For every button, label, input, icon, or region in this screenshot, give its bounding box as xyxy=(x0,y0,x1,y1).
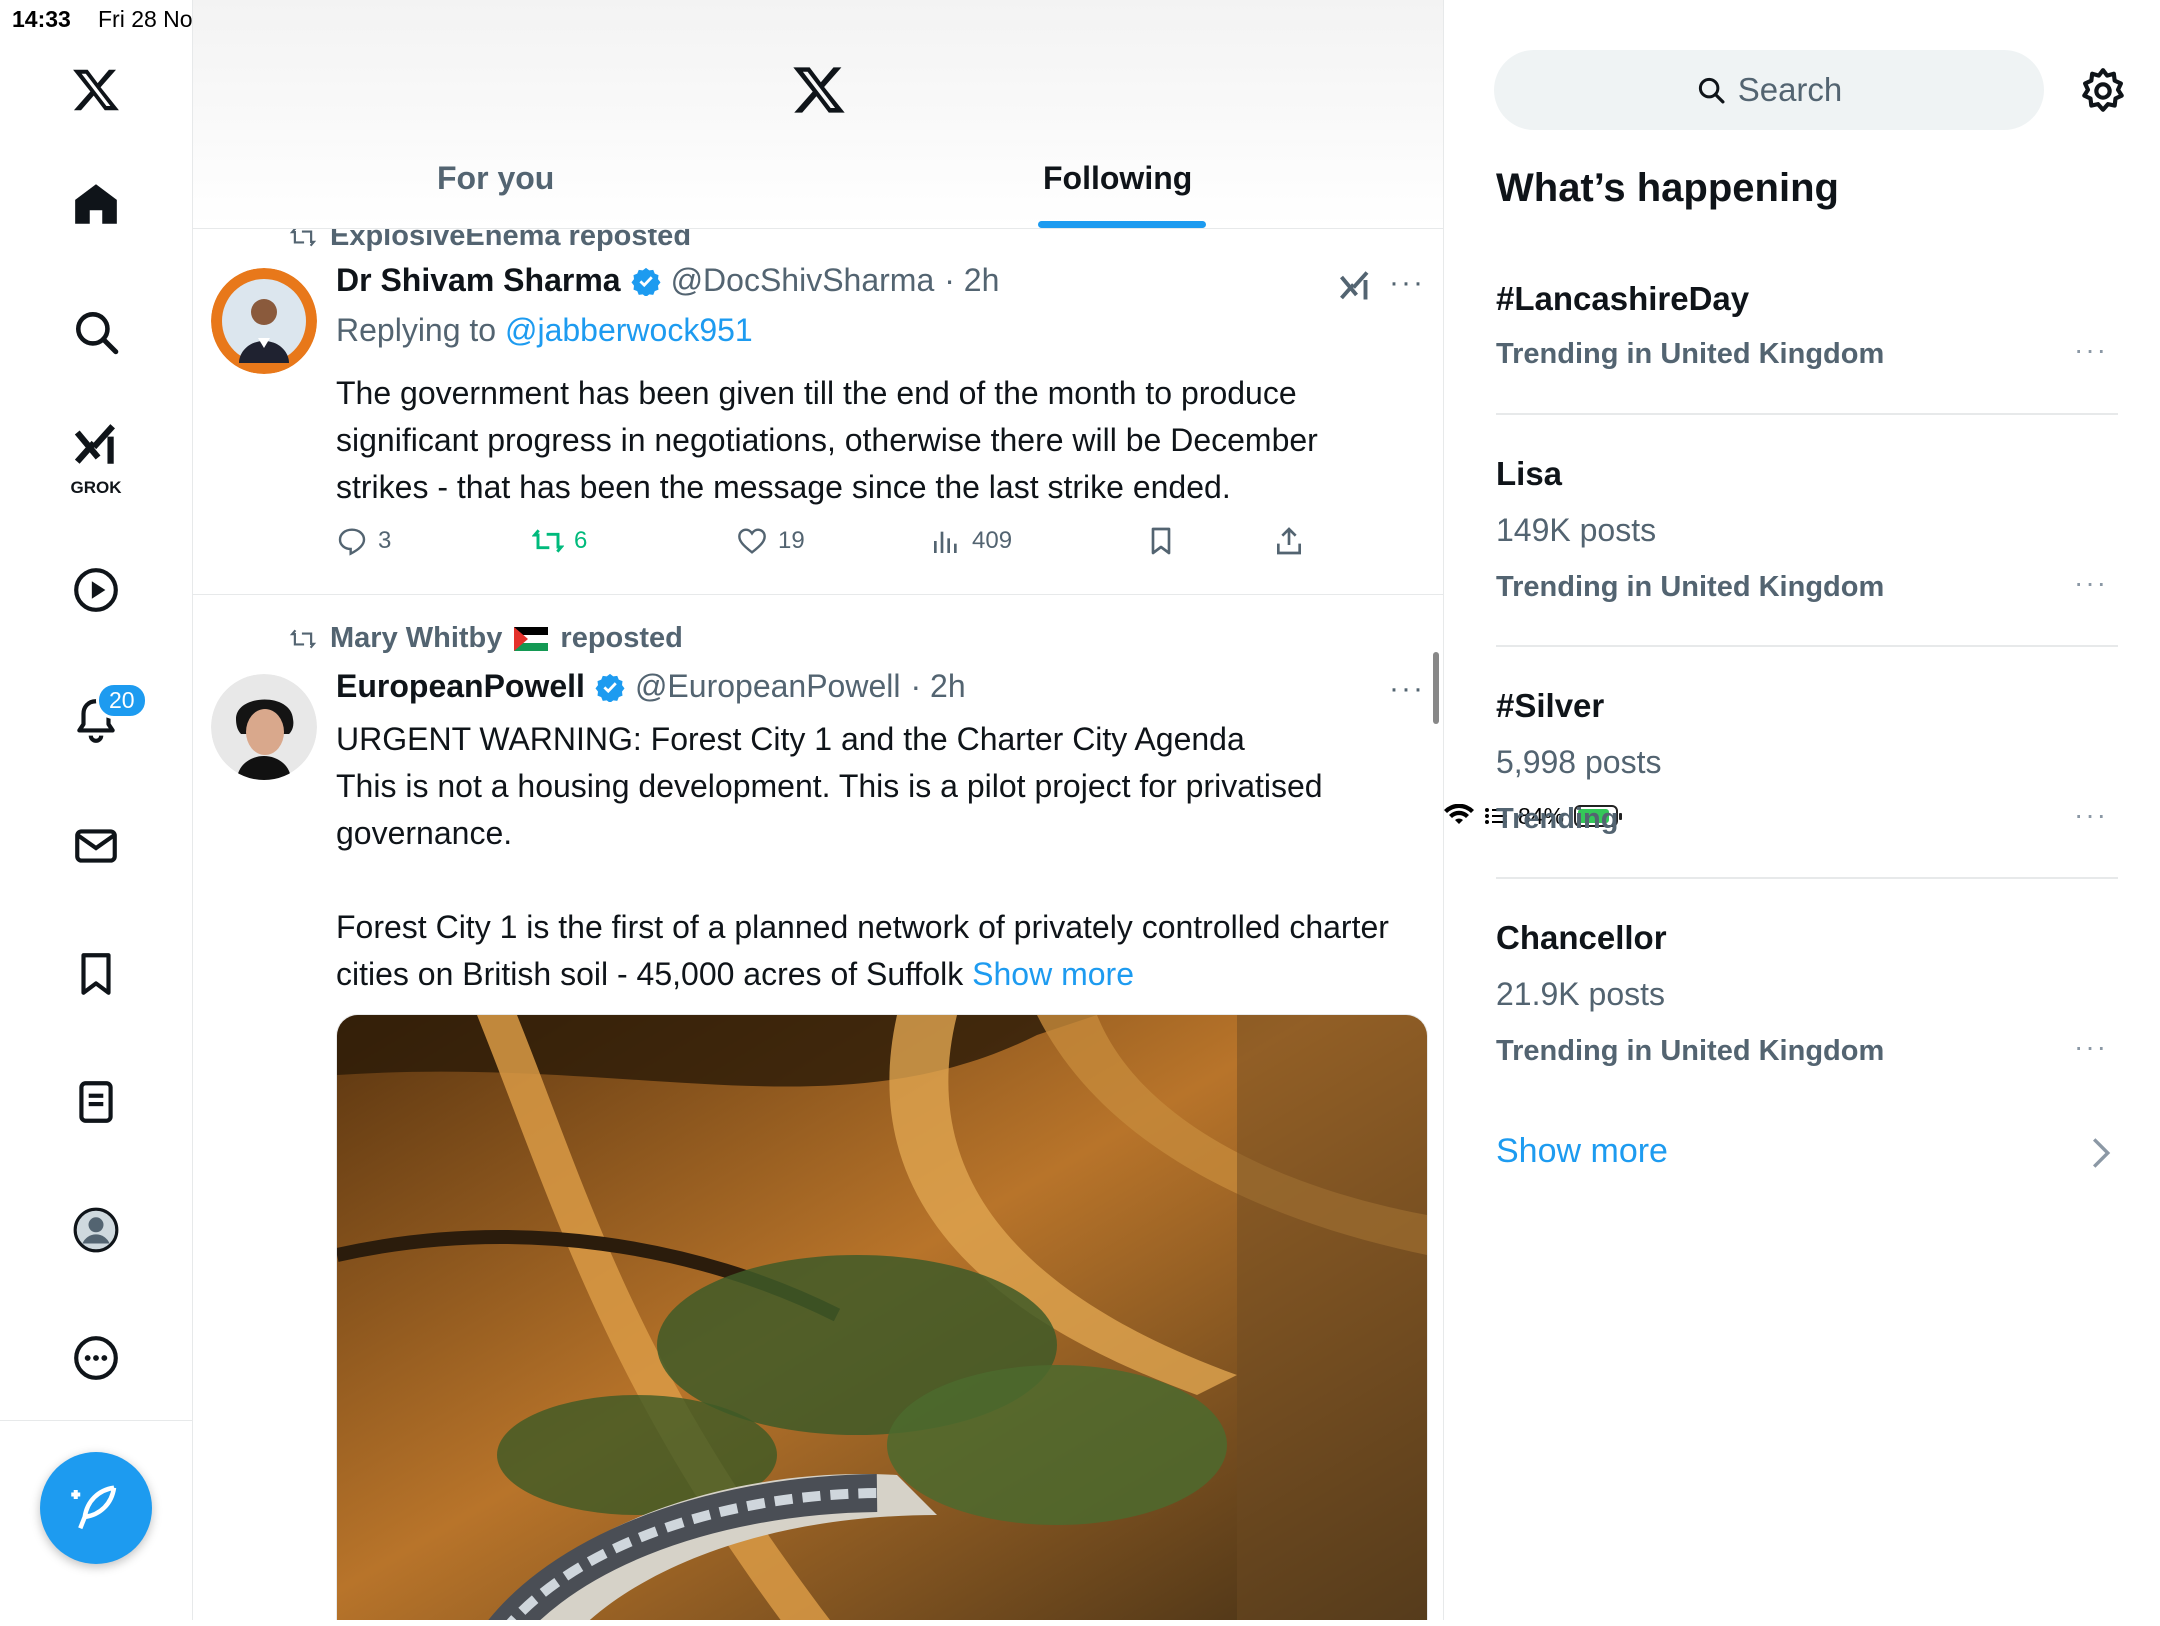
trend-name: #Silver xyxy=(1496,687,1605,724)
author-name[interactable]: EuropeanPowell xyxy=(336,668,585,705)
right-sidebar: Search What’s happening #LancashireDay T… xyxy=(1444,0,2160,1620)
avatar[interactable] xyxy=(211,674,317,780)
bookmark-icon[interactable] xyxy=(62,940,130,1008)
tweet-time[interactable]: · 2h xyxy=(910,668,965,705)
trend-divider xyxy=(1496,645,2118,647)
trend-item[interactable]: Lisa 149K posts Trending in United Kingd… xyxy=(1496,455,2118,615)
active-tab-indicator xyxy=(1038,221,1206,228)
tweet-line-1: URGENT WARNING: Forest City 1 and the Ch… xyxy=(336,721,1245,757)
verified-badge-icon xyxy=(595,673,625,702)
scrollbar[interactable] xyxy=(1433,652,1439,724)
trend-count: 5,998 posts xyxy=(1496,744,1662,780)
compose-button[interactable] xyxy=(40,1452,152,1564)
trend-name: Chancellor xyxy=(1496,919,1667,956)
tweet-media-image[interactable] xyxy=(336,1014,1428,1620)
left-navigation: GROK 20 xyxy=(0,0,193,1620)
tweet-line-2: This is not a housing development. This … xyxy=(336,768,1332,851)
trend-meta: Trending in United Kingdom xyxy=(1496,1035,1885,1067)
timeline-header: For you Following xyxy=(193,0,1443,229)
show-more-link[interactable]: Show more xyxy=(972,956,1134,992)
tweet-text: URGENT WARNING: Forest City 1 and the Ch… xyxy=(336,716,1416,998)
search-input[interactable]: Search xyxy=(1494,50,2044,130)
forest-city-illustration xyxy=(337,1015,1427,1620)
trend-divider xyxy=(1496,413,2118,415)
trend-divider xyxy=(1496,877,2118,879)
tweet-line-3: Forest City 1 is the first of a planned … xyxy=(336,909,1398,992)
trend-more-button[interactable]: ··· xyxy=(2074,334,2108,366)
tab-following[interactable]: Following xyxy=(1043,160,1192,197)
notifications-badge: 20 xyxy=(96,682,148,719)
repost-icon xyxy=(289,629,317,648)
tweet[interactable]: Mary Whitby reposted EuropeanPowell @Eur… xyxy=(193,0,1443,1620)
gear-icon[interactable] xyxy=(2078,66,2128,116)
trend-name: #LancashireDay xyxy=(1496,280,1750,317)
main-timeline: For you Following ExplosiveEnema reposte… xyxy=(193,0,1444,1620)
tweet-more-button[interactable]: ··· xyxy=(1389,672,1425,706)
trend-more-button[interactable]: ··· xyxy=(2074,567,2108,599)
profile-icon[interactable] xyxy=(62,1196,130,1264)
list-icon[interactable] xyxy=(62,1068,130,1136)
author-handle[interactable]: @EuropeanPowell xyxy=(635,668,901,705)
grok-icon[interactable] xyxy=(62,420,130,470)
repost-suffix: reposted xyxy=(560,622,683,654)
trend-meta: Trending in United Kingdom xyxy=(1496,571,1885,603)
compose-feather-icon xyxy=(71,1485,117,1530)
x-logo-icon[interactable] xyxy=(791,62,847,118)
trend-meta: Trending xyxy=(1496,803,1619,835)
tweet-header: EuropeanPowell @EuropeanPowell · 2h xyxy=(336,668,966,705)
trend-count: 21.9K posts xyxy=(1496,976,1665,1012)
search-icon[interactable] xyxy=(62,298,130,366)
trend-more-button[interactable]: ··· xyxy=(2074,1031,2108,1063)
trend-more-button[interactable]: ··· xyxy=(2074,799,2108,831)
x-logo-icon[interactable] xyxy=(62,56,130,124)
trend-meta: Trending in United Kingdom xyxy=(1496,338,1885,370)
repost-line: Mary Whitby reposted xyxy=(288,622,683,655)
trend-item[interactable]: Chancellor 21.9K posts Trending in Unite… xyxy=(1496,919,2118,1079)
tab-for-you[interactable]: For you xyxy=(437,160,554,197)
trend-item[interactable]: #LancashireDay Trending in United Kingdo… xyxy=(1496,280,2118,390)
trend-item[interactable]: #Silver 5,998 posts Trending ··· xyxy=(1496,687,2118,847)
more-icon[interactable] xyxy=(62,1324,130,1392)
trend-count: 149K posts xyxy=(1496,512,1657,548)
whats-happening-title: What’s happening xyxy=(1496,166,1839,210)
show-more-trends-link[interactable]: Show more xyxy=(1496,1132,1668,1171)
trend-name: Lisa xyxy=(1496,455,1563,492)
flag-icon xyxy=(514,626,549,651)
video-icon[interactable] xyxy=(62,556,130,624)
chevron-right-icon[interactable] xyxy=(2088,1136,2114,1170)
nav-divider xyxy=(0,1420,192,1421)
repost-user[interactable]: Mary Whitby xyxy=(330,622,502,655)
mail-icon[interactable] xyxy=(62,812,130,880)
grok-label[interactable]: GROK xyxy=(0,478,192,498)
search-icon xyxy=(1698,77,1725,104)
home-icon[interactable] xyxy=(62,170,130,238)
search-placeholder: Search xyxy=(1737,71,1843,108)
